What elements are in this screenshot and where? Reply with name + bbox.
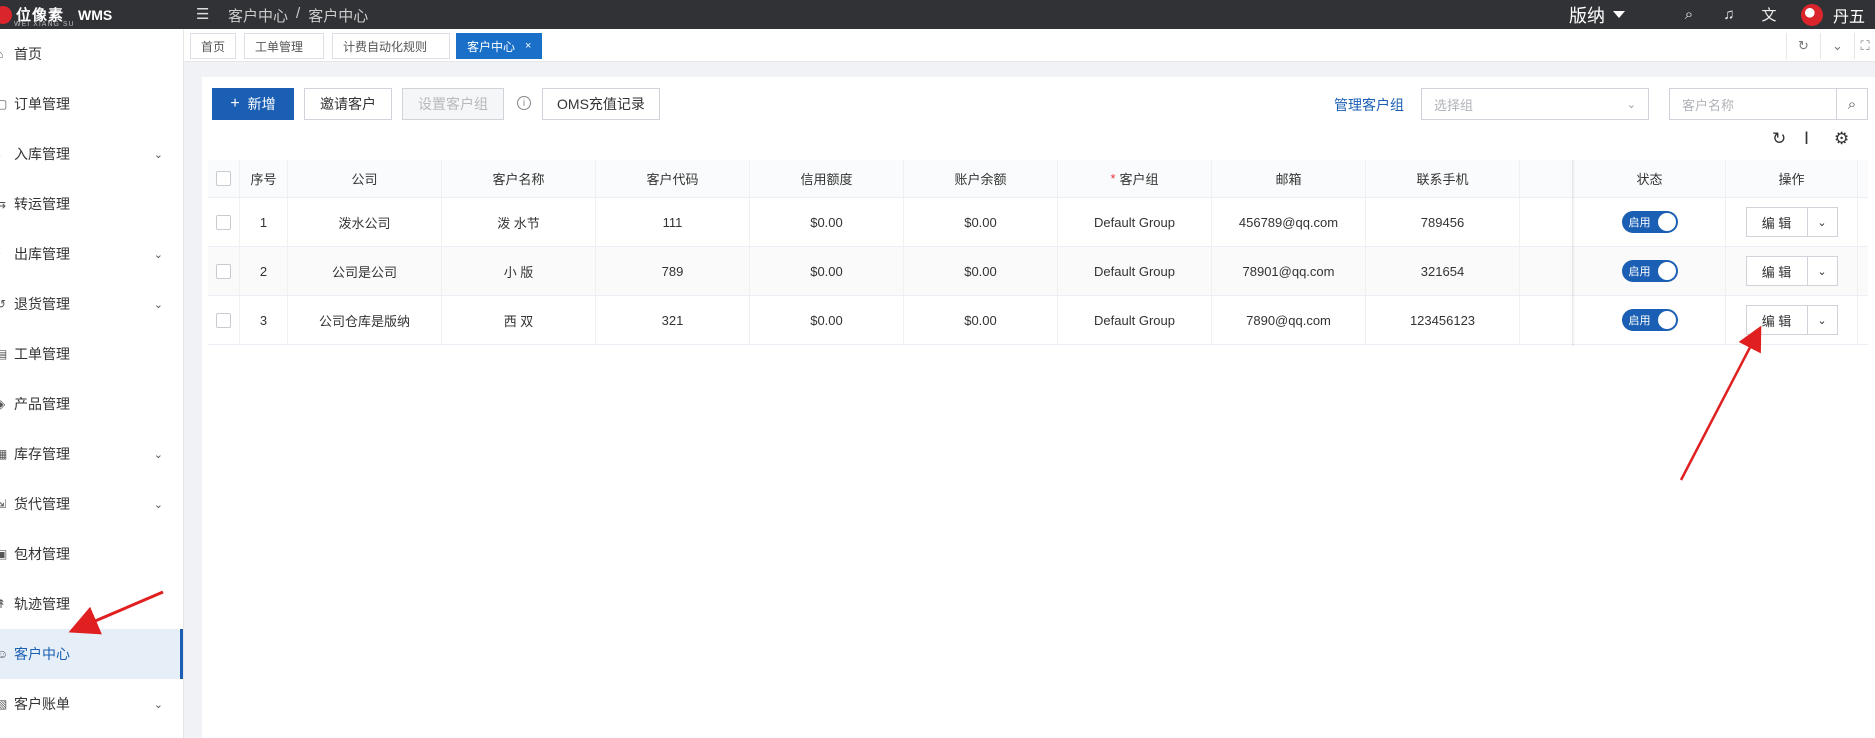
annotation-arrows [68,325,1762,635]
arrow-to-customer-center [68,590,164,635]
arrow-to-edit-button [1679,325,1762,481]
